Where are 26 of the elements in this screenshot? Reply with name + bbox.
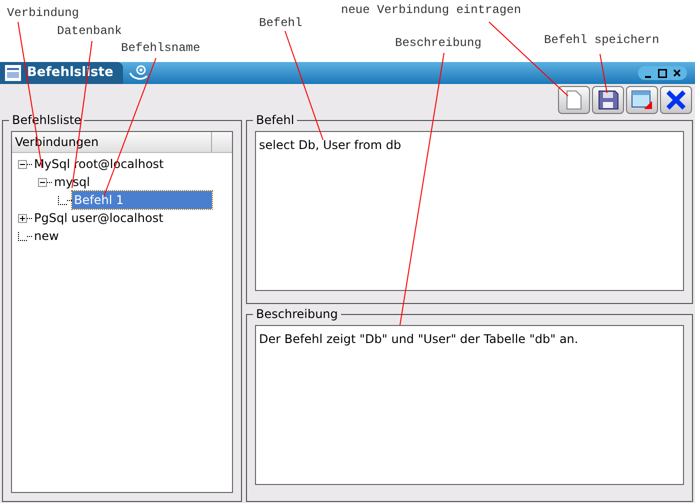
group-title: Beschreibung	[253, 306, 341, 322]
swirl-logo-icon	[129, 64, 150, 82]
command-text-area[interactable]: select Db, User from db	[255, 131, 684, 291]
description-text-area[interactable]: Der Befehl zeigt "Db" und "User" der Tabelle "db" an.	[255, 325, 684, 485]
close-icon[interactable]	[673, 69, 681, 77]
annotation-label: Verbindung	[7, 6, 80, 20]
toolbar-button[interactable]	[626, 86, 658, 114]
expand-icon[interactable]	[18, 214, 27, 222]
tree-item[interactable]: Befehl 1	[72, 191, 212, 209]
document-icon	[566, 90, 582, 110]
collapse-icon[interactable]	[18, 160, 27, 168]
toolbar-button[interactable]	[660, 86, 692, 114]
tree-item[interactable]: new	[32, 227, 61, 245]
collapse-icon[interactable]	[38, 178, 47, 186]
description-text: Der Befehl zeigt "Db" und "User" der Tabelle "db" an.	[259, 332, 578, 346]
tree-item[interactable]: PgSql user@localhost	[32, 209, 166, 227]
maximize-icon[interactable]	[658, 68, 667, 78]
annotation-label: neue Verbindung eintragen	[341, 3, 522, 17]
close-icon	[665, 89, 687, 111]
leader-line	[600, 54, 608, 94]
toolbar-button[interactable]	[592, 86, 624, 114]
command-text: select Db, User from db	[259, 138, 402, 152]
annotation-label: Beschreibung	[395, 36, 482, 50]
window-arrow-icon	[630, 89, 654, 111]
window-icon	[5, 65, 21, 81]
annotation-label: Befehl speichern	[544, 33, 660, 47]
